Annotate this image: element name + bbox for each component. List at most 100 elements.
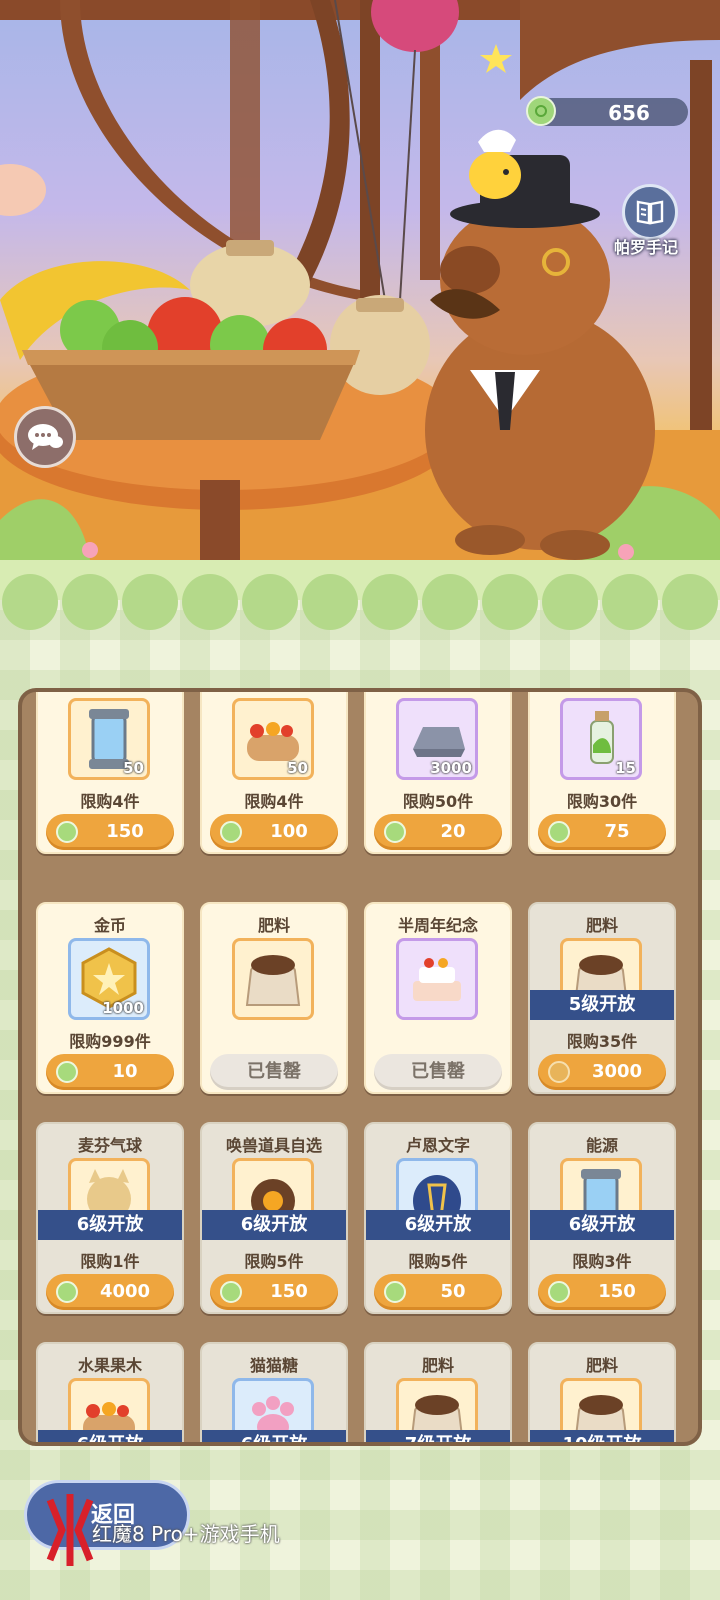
- shop-item-card[interactable]: 半周年纪念 已售罄: [364, 902, 512, 1094]
- price-value: 4000: [99, 1281, 151, 1302]
- item-title: 金币: [93, 916, 126, 935]
- price-value: 50: [440, 1281, 466, 1302]
- item-title: 肥料: [585, 916, 618, 935]
- leaf-coin-icon: [384, 821, 406, 843]
- purchase-limit: 限购999件: [69, 1032, 151, 1051]
- shop-item-card[interactable]: 15 限购30件 75: [528, 692, 676, 854]
- item-title: 肥料: [257, 916, 290, 935]
- unlock-level-band: 6级开放: [202, 1430, 346, 1442]
- leaf-coin-icon: [548, 821, 570, 843]
- shop-item-card[interactable]: 50 限购4件 100: [200, 692, 348, 854]
- device-logo-icon: [46, 1494, 94, 1566]
- item-title: 麦芬气球: [77, 1136, 142, 1155]
- price-button[interactable]: 100: [210, 814, 338, 850]
- energy-canister-icon: 50: [68, 698, 150, 780]
- item-quantity: 50: [287, 759, 308, 777]
- chat-button[interactable]: [14, 406, 76, 468]
- shop-item-card[interactable]: 猫猫糖 6级开放: [200, 1342, 348, 1442]
- unlock-level-band: 6级开放: [366, 1210, 510, 1240]
- currency-display: 656: [526, 96, 688, 126]
- potion-bottle-icon: 15: [560, 698, 642, 780]
- item-quantity: 15: [615, 759, 636, 777]
- shop-item-card[interactable]: 金币 1000 限购999件 10: [36, 902, 184, 1094]
- shop-item-card[interactable]: 肥料 10级开放: [528, 1342, 676, 1442]
- shop-item-card[interactable]: 能源 6级开放限购3件 150: [528, 1122, 676, 1314]
- unlock-level-band: 7级开放: [366, 1430, 510, 1442]
- purchase-limit: 限购4件: [80, 792, 140, 811]
- leaf-coin-icon: [384, 1281, 406, 1303]
- price-button[interactable]: 150: [210, 1274, 338, 1310]
- fertilizer-sack-icon: [232, 938, 314, 1020]
- shop-awning: [0, 560, 720, 630]
- purchase-limit: 限购5件: [244, 1252, 304, 1271]
- price-button[interactable]: 20: [374, 814, 502, 850]
- price-value: 150: [270, 1281, 308, 1302]
- currency-amount: 656: [608, 101, 650, 125]
- purchase-limit: 限购1件: [80, 1252, 140, 1271]
- shop-item-card[interactable]: 卢恩文字 6级开放限购5件 50: [364, 1122, 512, 1314]
- unlock-level-band: 10级开放: [530, 1430, 674, 1442]
- leaf-coin-icon: [220, 821, 242, 843]
- leaf-coin-icon: [56, 1281, 78, 1303]
- item-title: 肥料: [421, 1356, 454, 1375]
- shop-item-card[interactable]: 唤兽道具自选 6级开放限购5件 150: [200, 1122, 348, 1314]
- item-title: 能源: [585, 1136, 618, 1155]
- item-title: 半周年纪念: [397, 916, 478, 935]
- unlock-level-band: 6级开放: [530, 1210, 674, 1240]
- item-quantity: 3000: [430, 759, 472, 777]
- unlock-level-band: 6级开放: [38, 1430, 182, 1442]
- purchase-limit: 限购35件: [566, 1032, 638, 1051]
- scene-illustration: [0, 0, 720, 600]
- sold-out-button: 已售罄: [210, 1054, 338, 1090]
- anniversary-cake-icon: [396, 938, 478, 1020]
- shop-item-card[interactable]: 肥料 5级开放 限购35件 3000: [528, 902, 676, 1094]
- device-watermark: 红魔8 Pro+游戏手机: [92, 1522, 280, 1546]
- price-button[interactable]: 75: [538, 814, 666, 850]
- price-button[interactable]: 150: [46, 814, 174, 850]
- price-button[interactable]: 150: [538, 1274, 666, 1310]
- shop-item-card[interactable]: 肥料 已售罄: [200, 902, 348, 1094]
- price-value: 150: [598, 1281, 636, 1302]
- purchase-limit: 限购50件: [402, 792, 474, 811]
- price-value: 150: [106, 821, 144, 842]
- item-title: 唤兽道具自选: [225, 1136, 322, 1155]
- leaf-coin-icon: [548, 1281, 570, 1303]
- item-title: 肥料: [585, 1356, 618, 1375]
- notebook-label: 帕罗手记: [613, 238, 678, 257]
- unlock-level-band: 6级开放: [38, 1210, 182, 1240]
- shop-item-card[interactable]: 水果果木 6级开放: [36, 1342, 184, 1442]
- item-quantity: 1000: [102, 999, 144, 1017]
- leaf-coin-icon: [56, 1061, 78, 1083]
- shop-panel[interactable]: 50 限购4件 150 50 限购4件 100 3000 限购50件 20 15 限购30件 75 金币…: [18, 688, 702, 1446]
- notebook-button[interactable]: 帕罗手记: [614, 184, 682, 264]
- gold-coin-icon: [548, 1061, 570, 1083]
- price-button[interactable]: 3000: [538, 1054, 666, 1090]
- item-title: 水果果木: [77, 1356, 142, 1375]
- price-button[interactable]: 50: [374, 1274, 502, 1310]
- gold-coin-icon: 1000: [68, 938, 150, 1020]
- unlock-level-band: 6级开放: [202, 1210, 346, 1240]
- purchase-limit: 限购30件: [566, 792, 638, 811]
- price-value: 3000: [591, 1061, 643, 1082]
- price-value: 20: [440, 821, 466, 842]
- price-button[interactable]: 10: [46, 1054, 174, 1090]
- chat-bubble-icon: [28, 424, 63, 450]
- price-value: 75: [604, 821, 630, 842]
- shop-scene: [0, 0, 720, 600]
- item-quantity: 50: [123, 759, 144, 777]
- item-title: 卢恩文字: [405, 1136, 470, 1155]
- iron-ingot-icon: 3000: [396, 698, 478, 780]
- shop-item-card[interactable]: 3000 限购50件 20: [364, 692, 512, 854]
- fruit-log-cake-icon: 50: [232, 698, 314, 780]
- shop-item-card[interactable]: 麦芬气球 6级开放限购1件 4000: [36, 1122, 184, 1314]
- shop-item-card[interactable]: 50 限购4件 150: [36, 692, 184, 854]
- price-value: 100: [270, 821, 308, 842]
- sold-out-button: 已售罄: [374, 1054, 502, 1090]
- notebook-icon: [622, 184, 678, 240]
- purchase-limit: 限购3件: [572, 1252, 632, 1271]
- purchase-limit: 限购5件: [408, 1252, 468, 1271]
- item-title: 猫猫糖: [249, 1356, 298, 1375]
- leaf-coin-icon: [56, 821, 78, 843]
- price-button[interactable]: 4000: [46, 1274, 174, 1310]
- shop-item-card[interactable]: 肥料 7级开放: [364, 1342, 512, 1442]
